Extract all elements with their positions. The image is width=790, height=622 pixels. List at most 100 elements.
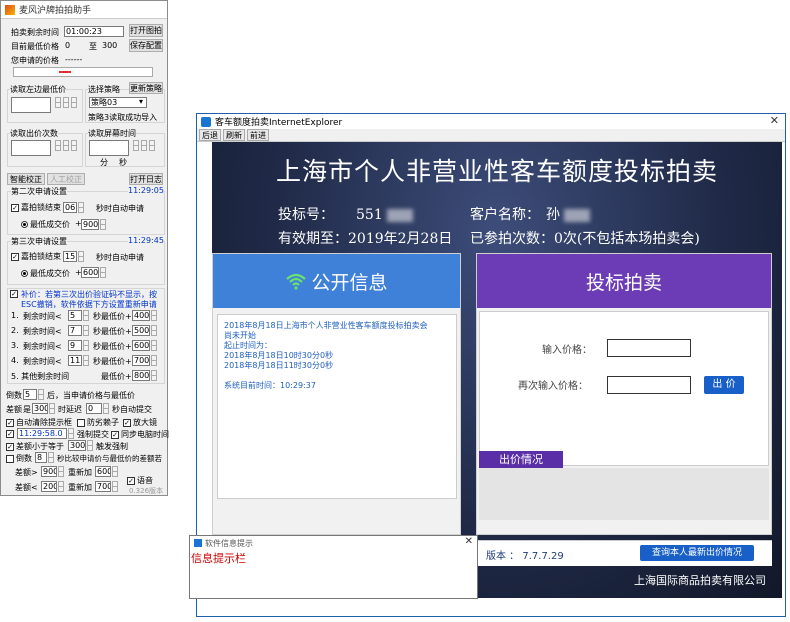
second-apply-end-field[interactable]: 06 [63,202,77,213]
price-input[interactable] [607,339,691,357]
diff-spin[interactable] [49,403,55,414]
third-apply-add-field[interactable]: 600 [81,267,99,278]
rule-2-sec-spin[interactable] [83,325,89,336]
read-min-spin-c[interactable] [71,97,77,108]
app-logo-icon [5,4,15,15]
delay-spin[interactable] [103,403,109,414]
read-bid-spin-c[interactable] [71,140,77,151]
read-bid-box[interactable] [11,140,51,156]
public-info-body: 2018年8月18日上海市个人非营业性客车额度投标拍卖会 尚未开始 起止时间为：… [217,314,457,499]
gt-field[interactable]: 900 [41,466,57,477]
diff-small-checkbox[interactable]: ✓ 差额小于等于 [6,441,64,452]
bid-situation-tab[interactable]: 出价情况 [479,451,563,468]
countdown2-spin[interactable] [48,452,54,463]
sync-time-checkbox[interactable]: ✓ 同步电脑时间 [111,429,169,440]
wifi-icon [286,273,307,290]
nav-refresh-button[interactable]: 刷新 [223,129,245,141]
supplement-checkbox[interactable]: ✓ [10,289,20,298]
calibrate-button[interactable]: 智能校正 [7,173,45,185]
countdown-field[interactable]: 5 [23,389,37,400]
third-apply-end-field[interactable]: 15 [63,251,77,262]
manual-calibrate-button[interactable]: 人工校正 [47,173,85,185]
save-config-button[interactable]: 保存配置 [129,39,163,52]
bid-panel: 投标拍卖 输入价格： 再次输入价格： 出 价 出价情况 [476,253,772,535]
second-apply-end-checkbox[interactable]: ✓ 嘉拍锁结束 [11,202,61,213]
read-min-box[interactable] [11,97,51,113]
zoom-checkbox[interactable]: ✓ 放大镜 [123,417,157,428]
lt-add-field[interactable]: 700 [95,481,111,492]
rule-1-sec-field[interactable]: 5 [68,310,82,321]
rule-3-number: 3. [11,341,19,350]
update-strategy-button[interactable]: 更新策略 [129,82,163,94]
force-time-field[interactable]: 11:29:58.0 [17,428,67,439]
lt-spin[interactable] [58,481,64,492]
rule-3-label: 剩余时间< [23,342,62,351]
info-dialog-titlebar: 软件信息提示 [190,536,477,550]
query-bid-button[interactable]: 查询本人最新出价情况 [640,545,754,561]
nav-back-button[interactable]: 后退 [199,129,221,141]
read-bid-spin-a[interactable] [55,140,61,151]
auto-clear-checkbox[interactable]: ✓ 自动清除提示框 [6,417,72,428]
rule-4-sec-field[interactable]: 11 [68,355,82,366]
rule-5-add-spin[interactable] [151,370,157,381]
rule-1-add-field[interactable]: 400 [132,310,150,321]
force-submit-label: 强制提交 [77,430,109,439]
rule-2-sec-field[interactable]: 7 [68,325,82,336]
rule-1-add-spin[interactable] [151,310,157,321]
rule-4-sec-spin[interactable] [83,355,89,366]
read-screen-box[interactable] [89,140,129,156]
read-min-spin-a[interactable] [55,97,61,108]
second-apply-end-spin[interactable] [78,202,84,213]
rule-3-sec-spin[interactable] [83,340,89,351]
read-screen-spin-b[interactable] [141,140,147,151]
third-apply-time: 11:29:45 [128,236,164,245]
close-icon[interactable]: ✕ [770,114,779,127]
chevron-down-icon[interactable]: ▾ [139,97,143,106]
countdown2-field[interactable]: 8 [35,452,47,463]
third-apply-add-spin[interactable] [100,267,106,278]
rule-4-add-field[interactable]: 700 [132,355,150,366]
open-log-button[interactable]: 打开日志 [129,173,163,185]
open-image-button[interactable]: 打开图拍 [129,24,163,37]
anti-ai-checkbox[interactable]: 防劣赖子 [77,417,119,428]
close-icon[interactable]: ✕ [465,536,473,547]
remaining-time-field[interactable]: 01:00:23 [64,26,124,37]
second-apply-add-spin[interactable] [100,219,106,230]
diff-field[interactable]: 300 [32,403,48,414]
min-price-label: 目前最低价格 [11,42,59,51]
countdown2-checkbox[interactable]: 倒数 [6,453,32,464]
gt-add-spin[interactable] [112,466,118,477]
diff-small-field[interactable]: 300 [68,440,86,451]
rule-2-add-field[interactable]: 500 [132,325,150,336]
lt-field[interactable]: 200 [41,481,57,492]
submit-bid-button[interactable]: 出 价 [704,376,744,394]
second-apply-lowest-radio[interactable]: 最低成交价 [21,219,70,230]
price-confirm-input[interactable] [607,376,691,394]
gt-spin[interactable] [58,466,64,477]
read-min-spin-b[interactable] [63,97,69,108]
rule-5-add-field[interactable]: 800 [132,370,150,381]
zoom-label: 放大镜 [133,418,157,427]
force-checkbox[interactable]: ✓ [6,429,16,438]
nav-forward-button[interactable]: 前进 [247,129,269,141]
force-time-spin[interactable] [68,428,74,439]
voice-checkbox[interactable]: ✓ 语音 [127,475,153,486]
gt-add-field[interactable]: 600 [95,466,111,477]
third-apply-lowest-radio[interactable]: 最低成交价 [21,268,70,279]
lt-add-spin[interactable] [112,481,118,492]
delay-field[interactable]: 0 [86,403,102,414]
rule-2-add-spin[interactable] [151,325,157,336]
third-apply-end-spin[interactable] [78,251,84,262]
rule-3-add-spin[interactable] [151,340,157,351]
second-apply-add-field[interactable]: 900 [81,219,99,230]
rule-3-add-field[interactable]: 600 [132,340,150,351]
read-screen-spin-a[interactable] [133,140,139,151]
rule-1-sec-spin[interactable] [83,310,89,321]
rule-3-sec-field[interactable]: 9 [68,340,82,351]
read-screen-spin-c[interactable] [149,140,155,151]
third-apply-end-checkbox[interactable]: ✓ 嘉拍锁结束 [11,251,61,262]
read-bid-spin-b[interactable] [63,140,69,151]
rule-4-add-spin[interactable] [151,355,157,366]
diff-small-spin[interactable] [87,440,93,451]
countdown-spin[interactable] [38,389,44,400]
